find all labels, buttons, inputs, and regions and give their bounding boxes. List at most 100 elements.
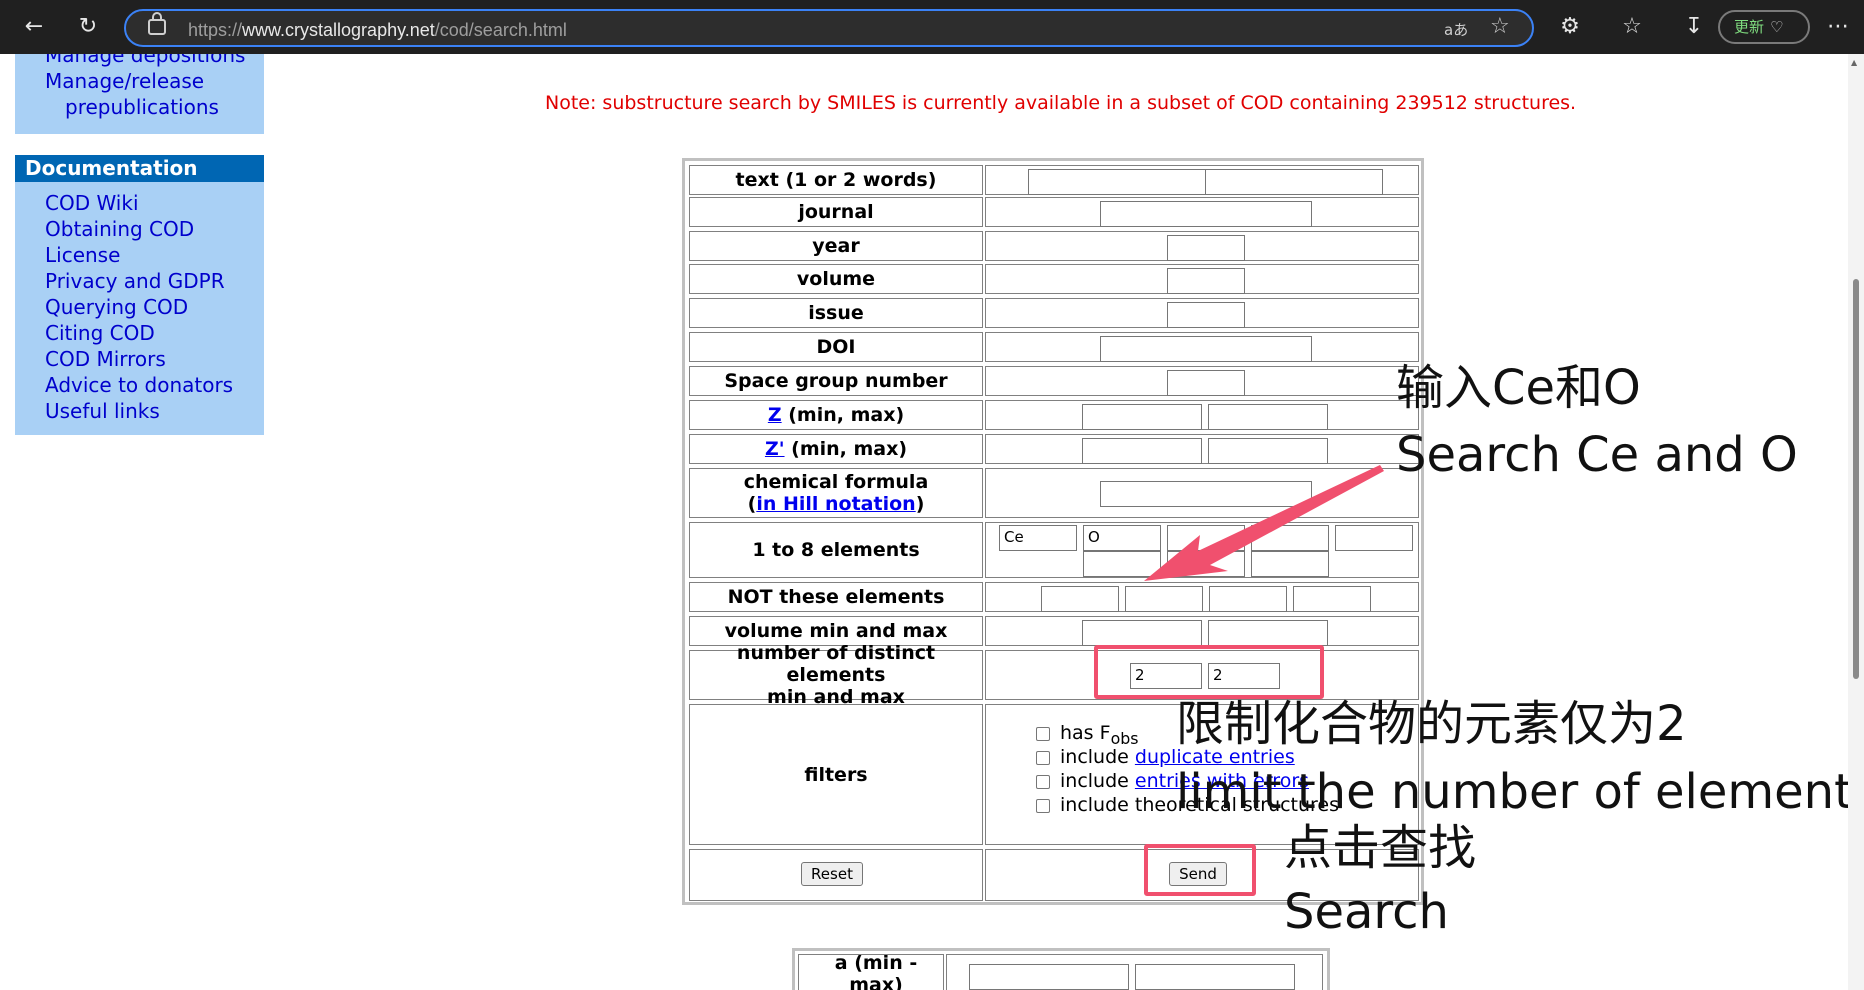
scroll-up-icon[interactable]: ▲ <box>1851 58 1857 67</box>
label-year: year <box>689 231 983 261</box>
sidebar-item-advice-donators[interactable]: Advice to donators <box>15 372 264 398</box>
annotation-limit-en: limit the number of elements <box>1176 764 1848 820</box>
sidebar-manage-box: Manage depositions Manage/release prepub… <box>15 54 264 134</box>
sidebar-item-prepublications[interactable]: prepublications <box>15 94 264 120</box>
sidebar-item-cod-mirrors[interactable]: COD Mirrors <box>15 346 264 372</box>
label-text: text (1 or 2 words) <box>689 165 983 195</box>
label-journal: journal <box>689 197 983 227</box>
errors-checkbox[interactable] <box>1036 774 1050 789</box>
downloads-icon[interactable]: ↧ <box>1680 13 1708 41</box>
smiles-note: Note: substructure search by SMILES is c… <box>545 92 1577 114</box>
annotation-limit-cn: 限制化合物的元素仅为2 <box>1176 696 1687 752</box>
sidebar-item-manage-depositions[interactable]: Manage depositions <box>15 54 264 68</box>
value-year <box>985 231 1419 261</box>
extensions-icon[interactable]: ⚙ <box>1556 13 1584 41</box>
element-1-input[interactable]: Ce <box>999 525 1077 551</box>
not-element-4-input[interactable] <box>1293 586 1371 612</box>
back-icon[interactable]: ← <box>20 13 48 41</box>
year-input[interactable] <box>1167 235 1245 261</box>
sidebar-item-license[interactable]: License <box>15 242 264 268</box>
label-zprime: Z' (min, max) <box>689 434 983 464</box>
text-word2-input[interactable] <box>1205 169 1383 195</box>
update-button[interactable]: 更新 ♡ <box>1718 10 1810 44</box>
value-a-minmax <box>946 954 1323 990</box>
sidebar-item-useful-links[interactable]: Useful links <box>15 398 264 424</box>
duplicates-checkbox[interactable] <box>1036 750 1050 765</box>
volume-input[interactable] <box>1167 268 1245 294</box>
sidebar-item-obtaining-cod[interactable]: Obtaining COD <box>15 216 264 242</box>
z-min-input[interactable] <box>1082 404 1202 430</box>
zprime-link[interactable]: Z' <box>765 438 785 460</box>
label-text-words: text (1 or 2 words) <box>735 169 937 191</box>
label-a-minmax: a (min - max) <box>798 952 944 990</box>
label-volume: volume <box>689 264 983 294</box>
value-doi <box>985 332 1419 362</box>
annotation-search-cn: 点击查找 <box>1284 820 1477 876</box>
filter-fobs: has Fobs <box>1036 721 1139 748</box>
issue-input[interactable] <box>1167 302 1245 328</box>
z-label-text: (min, max) <box>781 404 905 426</box>
documentation-header: Documentation <box>15 155 264 182</box>
label-filters: filters <box>689 704 983 845</box>
reset-cell: Reset <box>689 849 983 901</box>
cell-parameters-table: a (min - max) <box>792 948 1330 990</box>
duplicates-label: include <box>1060 746 1135 768</box>
sidebar-item-citing-cod[interactable]: Citing COD <box>15 320 264 346</box>
value-text <box>985 165 1419 195</box>
volume-min-input[interactable] <box>1082 620 1202 646</box>
heart-pulse-icon: ♡ <box>1770 18 1784 36</box>
not-element-2-input[interactable] <box>1125 586 1203 612</box>
sidebar-item-querying-cod[interactable]: Querying COD <box>15 294 264 320</box>
distinct-label-line1: number of distinct elements <box>736 642 936 686</box>
label-elements: 1 to 8 elements <box>689 522 983 578</box>
page-scrollbar[interactable]: ▲ <box>1848 54 1864 990</box>
read-aloud-icon[interactable]: aあ <box>1444 19 1468 40</box>
refresh-icon[interactable]: ↻ <box>74 13 102 41</box>
doi-input[interactable] <box>1100 336 1312 362</box>
lock-icon[interactable] <box>148 12 166 35</box>
hill-notation-link[interactable]: in Hill notation <box>756 493 915 515</box>
a-max-input[interactable] <box>1135 964 1295 990</box>
formula-label-line1: chemical formula <box>743 471 929 493</box>
formula-paren-open: ( <box>747 493 757 515</box>
value-issue <box>985 298 1419 328</box>
journal-input[interactable] <box>1100 201 1312 227</box>
label-distinct-elements: number of distinct elements min and max <box>689 642 983 708</box>
z-link[interactable]: Z <box>768 404 782 426</box>
scrollbar-thumb[interactable] <box>1853 279 1859 679</box>
text-word1-input[interactable] <box>1028 169 1206 195</box>
label-formula: chemical formula (in Hill notation) <box>689 468 983 518</box>
distinct-elements-highlight <box>1094 645 1324 699</box>
annotation-search-en: Search <box>1284 884 1449 940</box>
label-doi: DOI <box>689 332 983 362</box>
value-journal <box>985 197 1419 227</box>
annotation-elements-en: Search Ce and O <box>1396 427 1798 483</box>
fobs-checkbox[interactable] <box>1036 726 1050 741</box>
sidebar-item-privacy[interactable]: Privacy and GDPR <box>15 268 264 294</box>
formula-paren-close: ) <box>915 493 925 515</box>
value-spacegroup <box>985 366 1419 396</box>
more-menu-icon[interactable]: ⋯ <box>1824 13 1852 41</box>
theoretical-checkbox[interactable] <box>1036 798 1050 813</box>
value-volume <box>985 264 1419 294</box>
annotation-elements-cn: 输入Ce和O <box>1396 360 1641 416</box>
favorites-icon[interactable]: ☆ <box>1618 13 1646 41</box>
browser-toolbar: ← ↻ https://www.crystallography.net/cod/… <box>0 0 1864 54</box>
sidebar-item-cod-wiki[interactable]: COD Wiki <box>15 190 264 216</box>
errors-label: include <box>1060 770 1135 792</box>
sidebar-item-manage-release[interactable]: Manage/release <box>15 68 264 94</box>
reset-button[interactable]: Reset <box>801 862 863 886</box>
value-z <box>985 400 1419 430</box>
volume-max-input[interactable] <box>1208 620 1328 646</box>
spacegroup-input[interactable] <box>1167 370 1245 396</box>
favorite-star-icon[interactable]: ☆ <box>1490 14 1510 39</box>
not-element-3-input[interactable] <box>1209 586 1287 612</box>
not-element-1-input[interactable] <box>1041 586 1119 612</box>
sidebar-documentation-box: Documentation COD Wiki Obtaining COD Lic… <box>15 155 264 435</box>
a-min-input[interactable] <box>969 964 1129 990</box>
url-text: https://www.crystallography.net/cod/sear… <box>188 20 567 40</box>
address-bar[interactable]: https://www.crystallography.net/cod/sear… <box>124 9 1534 47</box>
label-z: Z (min, max) <box>689 400 983 430</box>
value-volume-minmax <box>985 616 1419 646</box>
z-max-input[interactable] <box>1208 404 1328 430</box>
